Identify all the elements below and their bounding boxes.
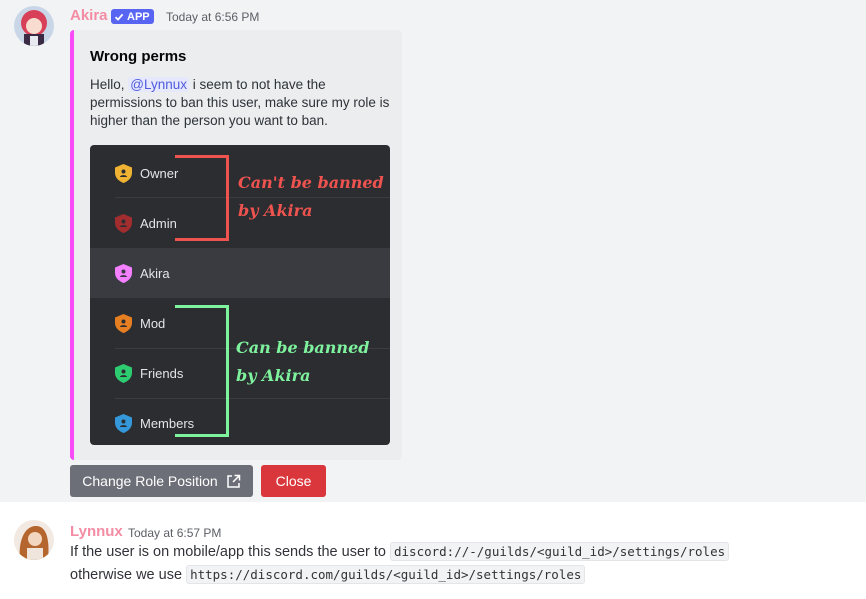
owner-shield-icon <box>115 164 132 183</box>
desc-before: Hello, <box>90 77 125 92</box>
note-line: Can be banned <box>236 338 370 357</box>
note-line: Can't be banned <box>238 173 384 192</box>
author-name[interactable]: Lynnux <box>70 523 123 540</box>
change-role-position-button[interactable]: Change Role Position <box>70 465 253 497</box>
embed-title: Wrong perms <box>90 48 187 65</box>
close-button[interactable]: Close <box>261 465 326 497</box>
check-icon <box>114 13 124 21</box>
timestamp[interactable]: Today at 6:57 PM <box>128 526 221 540</box>
akira-avatar[interactable] <box>14 6 54 46</box>
members-shield-icon <box>115 414 132 433</box>
akira-shield-icon <box>115 264 132 283</box>
change-role-position-label: Change Role Position <box>82 473 218 489</box>
note-line: by Akira <box>238 201 313 220</box>
embed-description: Hello, @Lynnux i seem to not have the pe… <box>90 76 390 130</box>
bot-message: Akira APP Today at 6:56 PM Wrong perms H… <box>0 0 866 502</box>
author-name[interactable]: Akira <box>70 7 108 24</box>
role-name: Akira <box>140 266 170 281</box>
user-mention[interactable]: @Lynnux <box>128 77 190 92</box>
message-text: If the user is on mobile/app this sends … <box>70 544 386 560</box>
role-name: Mod <box>140 316 166 331</box>
app-badge-label: APP <box>127 10 150 23</box>
cant-be-banned-note: Can't be banned by Akira <box>238 169 384 225</box>
role-row-akira: Akira <box>90 248 390 298</box>
mod-shield-icon <box>115 314 132 333</box>
external-link-icon <box>226 474 240 488</box>
green-bracket <box>175 305 229 437</box>
message-text: otherwise we use <box>70 567 183 583</box>
admin-shield-icon <box>115 214 132 233</box>
timestamp[interactable]: Today at 6:56 PM <box>166 10 259 24</box>
role-name: Owner <box>140 166 179 181</box>
message-line-1: If the user is on mobile/app this sends … <box>70 542 730 561</box>
lynnux-avatar[interactable] <box>14 520 54 560</box>
close-label: Close <box>275 473 312 489</box>
note-line: by Akira <box>236 366 311 385</box>
role-row-members: Members <box>90 398 390 445</box>
inline-code: discord://-/guilds/<guild_id>/settings/r… <box>390 542 730 561</box>
role-name: Admin <box>140 216 177 231</box>
message-line-2: otherwise we use https://discord.com/gui… <box>70 565 586 584</box>
friends-shield-icon <box>115 364 132 383</box>
can-be-banned-note: Can be banned by Akira <box>236 334 369 390</box>
red-bracket <box>175 155 229 241</box>
role-hierarchy-image[interactable]: Owner Admin Akira Mod Friends Members Ca… <box>90 145 390 445</box>
inline-code: https://discord.com/guilds/<guild_id>/se… <box>186 565 586 584</box>
embed: Wrong perms Hello, @Lynnux i seem to not… <box>70 30 402 460</box>
app-badge: APP <box>111 9 154 24</box>
